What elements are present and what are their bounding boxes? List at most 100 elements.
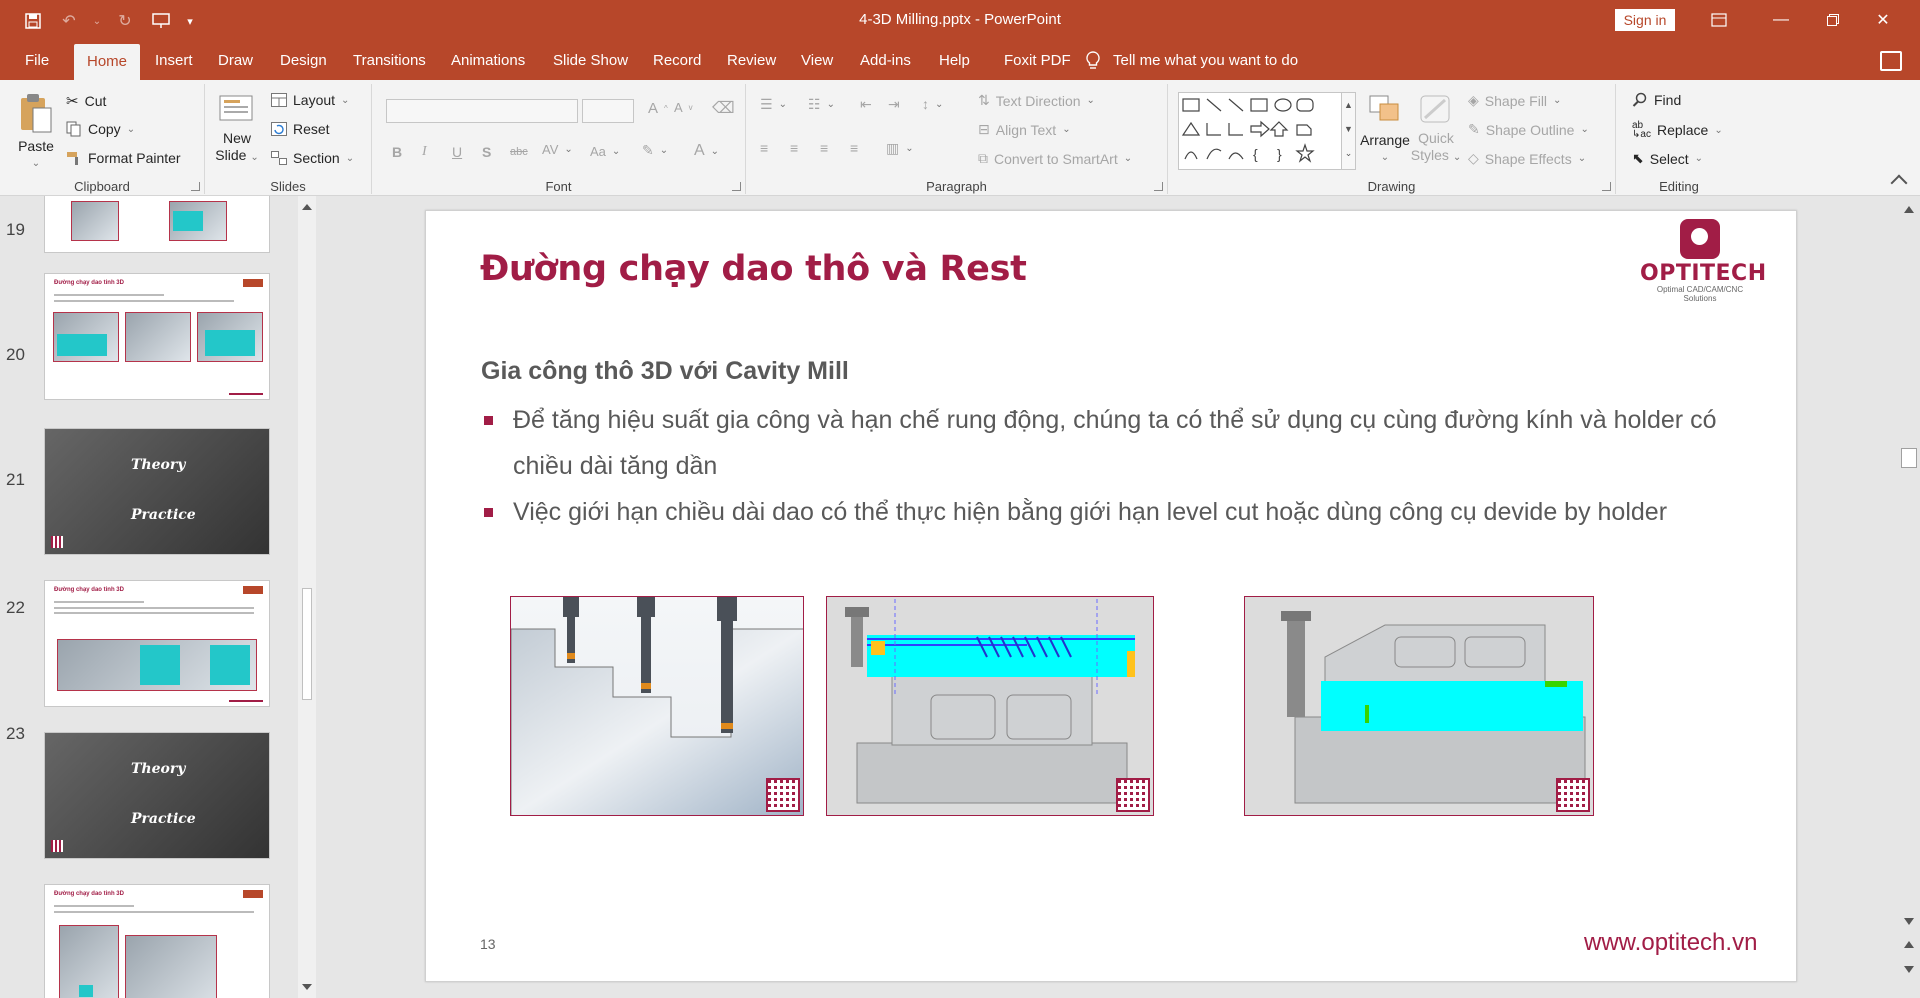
increase-indent-icon[interactable]: ⇥ xyxy=(888,96,900,113)
align-right-icon[interactable]: ≡ xyxy=(820,140,828,156)
save-icon[interactable] xyxy=(20,8,46,34)
select-button[interactable]: ⬉ Select ⌄ xyxy=(1632,150,1703,167)
undo-icon[interactable]: ↶ xyxy=(56,8,82,34)
tab-add-ins[interactable]: Add-ins xyxy=(847,42,924,80)
tab-draw[interactable]: Draw xyxy=(205,42,266,80)
shape-fill-button[interactable]: ◈ Shape Fill ⌄ xyxy=(1468,92,1561,109)
tab-insert[interactable]: Insert xyxy=(142,42,206,80)
slide-title[interactable]: Đường chạy dao thô và Rest xyxy=(480,249,1027,289)
tab-design[interactable]: Design xyxy=(267,42,340,80)
tab-foxit-pdf[interactable]: Foxit PDF xyxy=(991,42,1084,80)
tab-review[interactable]: Review xyxy=(714,42,789,80)
close-icon[interactable]: ✕ xyxy=(1860,0,1906,40)
minimize-icon[interactable]: — xyxy=(1758,0,1804,40)
font-name-dropdown[interactable] xyxy=(386,99,578,123)
tool-length-image[interactable] xyxy=(510,596,804,816)
thumbnail-scroll-thumb[interactable] xyxy=(302,588,312,700)
font-dialog-launcher-icon[interactable] xyxy=(732,182,741,191)
change-case-icon[interactable]: Aa ⌄ xyxy=(590,144,620,159)
collapse-ribbon-icon[interactable] xyxy=(1890,174,1908,192)
current-slide[interactable]: Đường chạy dao thô và Rest OPTITECH Opti… xyxy=(425,210,1797,982)
comments-icon[interactable] xyxy=(1880,51,1902,71)
present-from-start-icon[interactable] xyxy=(148,8,174,34)
tab-home[interactable]: Home xyxy=(74,44,141,80)
align-left-icon[interactable]: ≡ xyxy=(760,140,768,156)
new-slide-label-2: Slide xyxy=(215,147,247,163)
undo-dropdown-icon[interactable]: ⌄ xyxy=(92,8,102,34)
tab-file[interactable]: File xyxy=(12,42,62,80)
italic-icon[interactable]: I xyxy=(422,144,427,160)
increase-font-size-icon[interactable]: A ^ xyxy=(648,100,668,117)
slide-thumbnail[interactable]: Theory Practice xyxy=(44,428,270,555)
rest-mill-toolpath-image[interactable] xyxy=(1244,596,1594,816)
numbering-icon[interactable]: ☷ ⌄ xyxy=(808,96,835,113)
paragraph-dialog-launcher-icon[interactable] xyxy=(1154,182,1163,191)
redo-icon[interactable]: ↻ xyxy=(112,8,138,34)
scroll-down-icon[interactable] xyxy=(302,984,312,990)
slide-scrollbar[interactable] xyxy=(1898,196,1920,998)
align-text-button[interactable]: ⊟ Align Text ⌄ xyxy=(978,121,1071,138)
font-color-icon[interactable]: A ⌄ xyxy=(694,142,719,160)
align-center-icon[interactable]: ≡ xyxy=(790,140,798,156)
clear-formatting-icon[interactable]: ⌫ xyxy=(712,98,735,118)
paste-button[interactable]: Paste ⌄ xyxy=(14,92,58,172)
shape-effects-button[interactable]: ◇ Shape Effects ⌄ xyxy=(1468,150,1586,167)
strikethrough-icon[interactable]: abc xyxy=(510,146,528,158)
bold-icon[interactable]: B xyxy=(392,144,402,160)
shapes-gallery[interactable]: {} xyxy=(1178,92,1342,170)
next-slide-icon[interactable] xyxy=(1904,966,1914,973)
decrease-font-size-icon[interactable]: Av xyxy=(674,100,693,115)
cavity-mill-toolpath-image[interactable] xyxy=(826,596,1154,816)
slide-scroll-thumb[interactable] xyxy=(1901,448,1917,468)
new-slide-button[interactable]: New Slide ⌄ xyxy=(215,92,259,166)
highlight-color-icon[interactable]: ✎ ⌄ xyxy=(642,142,668,159)
text-shadow-icon[interactable]: S xyxy=(482,144,491,160)
section-button[interactable]: Section ⌄ xyxy=(271,150,354,166)
slide-thumbnail[interactable]: Đường chạy dao tinh 3D xyxy=(44,273,270,400)
thumbnail-scrollbar[interactable] xyxy=(298,196,316,998)
tab-help[interactable]: Help xyxy=(926,42,983,80)
scroll-up-icon[interactable] xyxy=(302,204,312,210)
restore-icon[interactable] xyxy=(1810,0,1856,40)
slide-thumbnail[interactable]: Đường chạy dao tinh 3D xyxy=(44,580,270,707)
justify-icon[interactable]: ≡ xyxy=(850,140,858,156)
line-spacing-icon[interactable]: ↕ ⌄ xyxy=(922,96,943,112)
tab-slide-show[interactable]: Slide Show xyxy=(540,42,641,80)
slide-thumbnail[interactable] xyxy=(44,196,270,253)
bullets-icon[interactable]: ☰ ⌄ xyxy=(760,96,787,113)
copy-dropdown-icon[interactable]: ⌄ xyxy=(127,124,135,135)
bullet-list[interactable]: Để tăng hiệu suất gia công và hạn chế ru… xyxy=(481,397,1781,535)
previous-slide-icon[interactable] xyxy=(1904,941,1914,948)
tab-animations[interactable]: Animations xyxy=(438,42,538,80)
slide-thumbnail[interactable]: Đường chạy dao tinh 3D xyxy=(44,884,270,998)
text-direction-button[interactable]: ⇅ Text Direction ⌄ xyxy=(978,92,1095,109)
cut-button[interactable]: ✂ Cut xyxy=(66,92,106,110)
copy-button[interactable]: Copy ⌄ xyxy=(66,121,135,137)
tab-view[interactable]: View xyxy=(788,42,846,80)
tab-transitions[interactable]: Transitions xyxy=(340,42,439,80)
ribbon-display-options-icon[interactable] xyxy=(1696,0,1742,40)
convert-smartart-button[interactable]: ⧉ Convert to SmartArt ⌄ xyxy=(978,150,1132,167)
customize-toolbar-icon[interactable]: ▾ xyxy=(184,8,196,34)
replace-button[interactable]: ab ↳ac Replace ⌄ xyxy=(1632,121,1723,140)
layout-button[interactable]: Layout ⌄ xyxy=(271,92,349,108)
character-spacing-icon[interactable]: AV ⌄ xyxy=(542,142,573,157)
slide-subtitle[interactable]: Gia công thô 3D với Cavity Mill xyxy=(481,357,849,386)
scroll-down-icon[interactable] xyxy=(1904,918,1914,925)
underline-icon[interactable]: U xyxy=(452,144,462,160)
drawing-dialog-launcher-icon[interactable] xyxy=(1602,182,1611,191)
decrease-indent-icon[interactable]: ⇤ xyxy=(860,96,872,113)
clipboard-dialog-launcher-icon[interactable] xyxy=(191,182,200,191)
quick-styles-button[interactable]: Quick Styles ⌄ xyxy=(1406,92,1466,166)
reset-button[interactable]: Reset xyxy=(271,121,330,137)
tab-record[interactable]: Record xyxy=(640,42,714,80)
tell-me-search[interactable]: Tell me what you want to do xyxy=(1085,42,1298,80)
columns-icon[interactable]: ▥ ⌄ xyxy=(886,140,914,157)
format-painter-button[interactable]: Format Painter xyxy=(66,150,181,166)
sign-in-button[interactable]: Sign in xyxy=(1615,9,1675,31)
shape-outline-button[interactable]: ✎ Shape Outline ⌄ xyxy=(1468,121,1589,138)
slide-thumbnail[interactable]: Theory Practice xyxy=(44,732,270,859)
font-size-dropdown[interactable] xyxy=(582,99,634,123)
scroll-up-icon[interactable] xyxy=(1904,206,1914,213)
find-button[interactable]: Find xyxy=(1632,92,1681,108)
